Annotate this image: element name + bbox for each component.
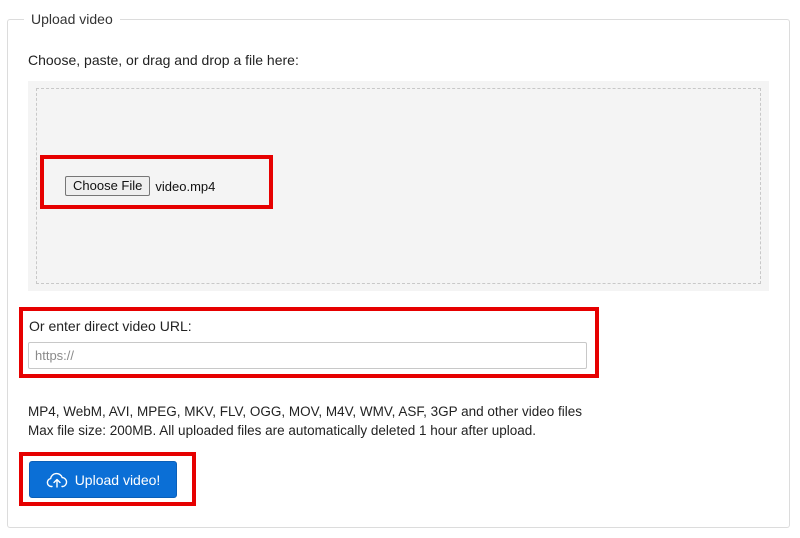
highlight-file-input (40, 155, 273, 209)
highlight-url-input (19, 307, 599, 378)
limits-text: Max file size: 200MB. All uploaded files… (28, 423, 537, 438)
highlight-upload-button (19, 452, 196, 506)
formats-text: MP4, WebM, AVI, MPEG, MKV, FLV, OGG, MOV… (28, 404, 582, 419)
supported-formats: MP4, WebM, AVI, MPEG, MKV, FLV, OGG, MOV… (28, 402, 582, 440)
upload-instruction: Choose, paste, or drag and drop a file h… (28, 52, 299, 68)
panel-legend: Upload video (24, 10, 120, 28)
